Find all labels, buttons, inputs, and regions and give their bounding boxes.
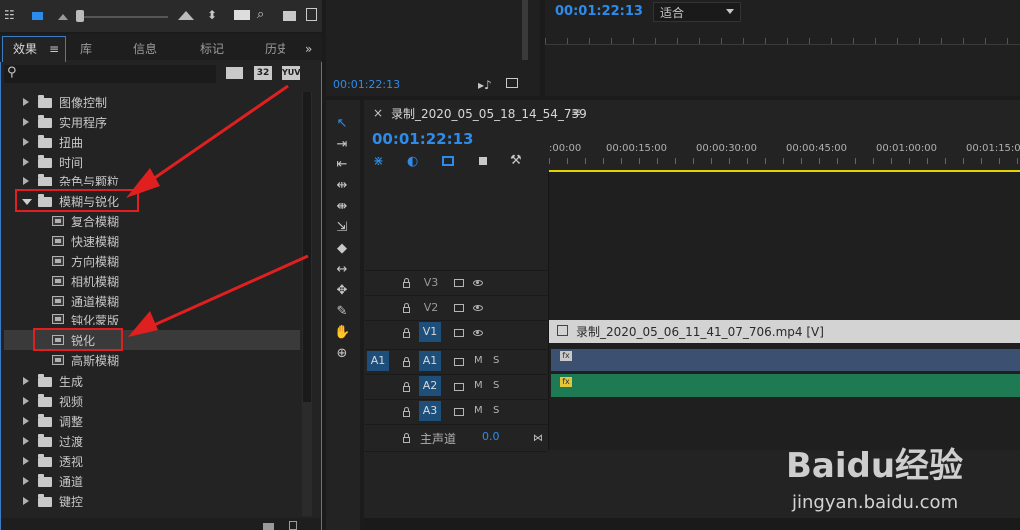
annotation-arrow-2 <box>128 254 309 337</box>
watermark-brand: Baidu经验 <box>786 446 964 486</box>
annotation-arrow-1 <box>126 84 289 198</box>
watermark-url: jingyan.baidu.com <box>792 492 959 513</box>
watermark: Baidu经验 jingyan.baidu.com <box>780 420 1016 530</box>
